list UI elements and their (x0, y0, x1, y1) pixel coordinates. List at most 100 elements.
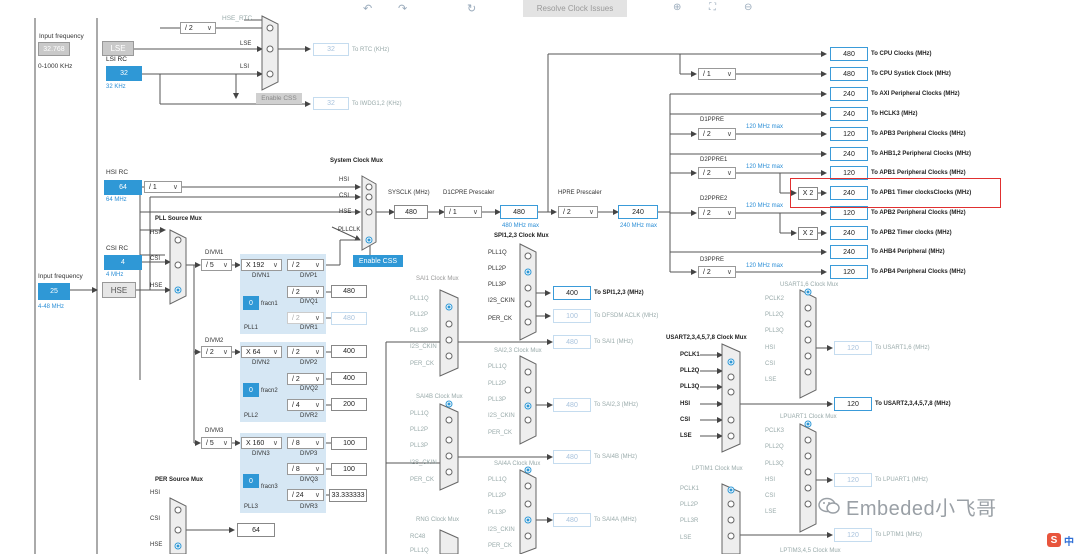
pll1-divq-select[interactable]: / 2 ∨ (287, 286, 324, 298)
axi-clock-label: To AXI Peripheral Clocks (MHz) (871, 91, 960, 97)
hpre-select[interactable]: / 2 ∨ (558, 206, 598, 218)
sai4b-input-i2s: I2S_CKIN (410, 460, 437, 466)
pll2-divp-select[interactable]: / 2 ∨ (287, 346, 324, 358)
sai1-output-label: To SAI1 (MHz) (594, 339, 634, 345)
sai1-output-value[interactable]: 480 (553, 335, 591, 349)
apb2-timer-clock-value[interactable]: 240 (830, 226, 868, 240)
enable-css-button[interactable]: Enable CSS (353, 255, 403, 267)
axi-clock-value[interactable]: 240 (830, 87, 868, 101)
ahb12-clock-value[interactable]: 240 (830, 147, 868, 161)
sai4b-input-perck: PER_CK (410, 477, 435, 483)
hse-input-frequency-field[interactable]: 25 (38, 283, 70, 300)
pll1-divr-select[interactable]: / 2 ∨ (287, 312, 324, 324)
lse-input-frequency-label: Input frequency (39, 33, 84, 40)
pll1-name: PLL1 (244, 325, 259, 331)
rng-input-pll1q: PLL1Q (410, 548, 429, 554)
dfsdm-output-value[interactable]: 100 (553, 309, 591, 323)
usart2-output-label: To USART2,3,4,5,7,8 (MHz) (875, 401, 951, 407)
rng-mux-title: RNG Clock Mux (416, 517, 460, 523)
hse-rtc-divider-select[interactable]: / 2 ∨ (180, 22, 216, 34)
pll1-divm-select[interactable]: / 5 ∨ (201, 259, 232, 271)
pll3-divq-select[interactable]: / 8 ∨ (287, 463, 324, 475)
pll3-fracn-value[interactable]: 0 (243, 474, 259, 488)
apb4-clock-label: To APB4 Peripheral Clocks (MHz) (871, 269, 966, 275)
pll3-p-output: 100 (331, 437, 367, 450)
d1ppre-select[interactable]: / 2 ∨ (698, 128, 736, 140)
hsi-divider-select[interactable]: / 1 ∨ (144, 181, 182, 193)
pll3-divr-label: DIVR3 (300, 504, 318, 510)
cpu-clock-value[interactable]: 480 (830, 47, 868, 61)
spi123-output-value[interactable]: 400 (553, 286, 591, 300)
hpre-output[interactable]: 240 (618, 205, 658, 219)
usart2-mux-title: USART2,3,4,5,7,8 Clock Mux (666, 335, 747, 341)
d2ppre2-select[interactable]: / 2 ∨ (698, 207, 736, 219)
apb2-clock-value[interactable]: 120 (830, 206, 868, 220)
pll-mux-hsi-label: HSI (150, 230, 161, 236)
pll2-divm-label: DIVM2 (205, 338, 224, 344)
usart2-output-value[interactable]: 120 (834, 397, 872, 411)
d2ppre1-select[interactable]: / 2 ∨ (698, 167, 736, 179)
d1ppre-max-label: 120 MHz max (746, 124, 784, 130)
lpuart1-input-lse: LSE (765, 509, 777, 515)
d1ppre-label: D1PPRE (700, 117, 725, 123)
cpu-systick-value[interactable]: 480 (830, 67, 868, 81)
pll1-divm-label: DIVM1 (205, 250, 224, 256)
lpuart1-input-pclk3: PCLK3 (765, 428, 785, 434)
usart2-input-lse: LSE (680, 433, 692, 439)
hclk3-value[interactable]: 240 (830, 107, 868, 121)
sysclk-value[interactable]: 480 (394, 205, 428, 219)
pll3-divm-label: DIVM3 (205, 428, 224, 434)
apb3-clock-value[interactable]: 120 (830, 127, 868, 141)
sai4a-output-value[interactable]: 480 (553, 513, 591, 527)
pll3-divp-select[interactable]: / 8 ∨ (287, 437, 324, 449)
pll-mux-hse-label: HSE (150, 283, 163, 289)
pll2-divr-select[interactable]: / 4 ∨ (287, 399, 324, 411)
ahb4-clock-value[interactable]: 240 (830, 245, 868, 259)
pll2-divq-select[interactable]: / 2 ∨ (287, 373, 324, 385)
apb2-clock-label: To APB2 Peripheral Clocks (MHz) (871, 210, 966, 216)
d3ppre-select[interactable]: / 2 ∨ (698, 266, 736, 278)
pll3-name: PLL3 (244, 504, 259, 510)
pll2-divn-select[interactable]: X 64 ∨ (241, 346, 282, 358)
cpu-systick-divider-select[interactable]: / 1 ∨ (698, 68, 736, 80)
lptim1-output-value[interactable]: 120 (834, 528, 872, 542)
d2ppre2-max-label: 120 MHz max (746, 203, 784, 209)
highlight-annotation-box (790, 178, 1001, 208)
sysclk-label: SYSCLK (MHz) (388, 190, 430, 196)
pll3-divn-select[interactable]: X 160 ∨ (241, 437, 282, 449)
ime-mode-indicator[interactable]: 中 (1064, 533, 1074, 548)
sai1-input-pll3p: PLL3P (410, 328, 429, 334)
lsi-rc-label: LSI RC (106, 56, 127, 63)
apb4-clock-value[interactable]: 120 (830, 265, 868, 279)
lse-enable-css-button[interactable]: Enable CSS (256, 93, 302, 104)
pll2-divm-select[interactable]: / 2 ∨ (201, 346, 232, 358)
lse-oscillator[interactable]: LSE (102, 41, 134, 56)
usart16-output-value[interactable]: 120 (834, 341, 872, 355)
pll3-divq-label: DIVQ3 (300, 477, 319, 483)
sai23-output-value[interactable]: 480 (553, 398, 591, 412)
per-mux-hsi-label: HSI (150, 490, 161, 496)
d1cpre-select[interactable]: / 1 ∨ (444, 206, 482, 218)
sai4a-output-label: To SAI4A (MHz) (594, 517, 637, 523)
system-clock-mux-title: System Clock Mux (330, 158, 384, 164)
sai23-input-perck: PER_CK (488, 430, 513, 436)
sai4b-input-pll3p: PLL3P (410, 443, 429, 449)
hse-oscillator[interactable]: HSE (102, 282, 136, 298)
sogou-ime-icon[interactable]: S (1047, 533, 1061, 547)
sai4a-input-pll1q: PLL1Q (488, 477, 507, 483)
hclk3-label: To HCLK3 (MHz) (871, 111, 918, 117)
sai4b-output-value[interactable]: 480 (553, 450, 591, 464)
lse-input-frequency-field[interactable]: 32.768 (38, 42, 70, 56)
usart2-input-pclk1: PCLK1 (680, 352, 700, 358)
lpuart1-output-value[interactable]: 120 (834, 473, 872, 487)
lpuart1-input-csi: CSI (765, 493, 776, 499)
pll1-fracn-value[interactable]: 0 (243, 296, 259, 310)
pll3-divr-select[interactable]: / 24 ∨ (287, 489, 324, 501)
pll3-divm-select[interactable]: / 5 ∨ (201, 437, 232, 449)
watermark-text: Embeded小飞哥 (846, 498, 997, 520)
pll1-divn-select[interactable]: X 192 ∨ (241, 259, 282, 271)
rng-input-rc48: RC48 (410, 534, 426, 540)
pll1-divp-select[interactable]: / 2 ∨ (287, 259, 324, 271)
d1cpre-output[interactable]: 480 (500, 205, 538, 219)
pll2-fracn-value[interactable]: 0 (243, 383, 259, 397)
